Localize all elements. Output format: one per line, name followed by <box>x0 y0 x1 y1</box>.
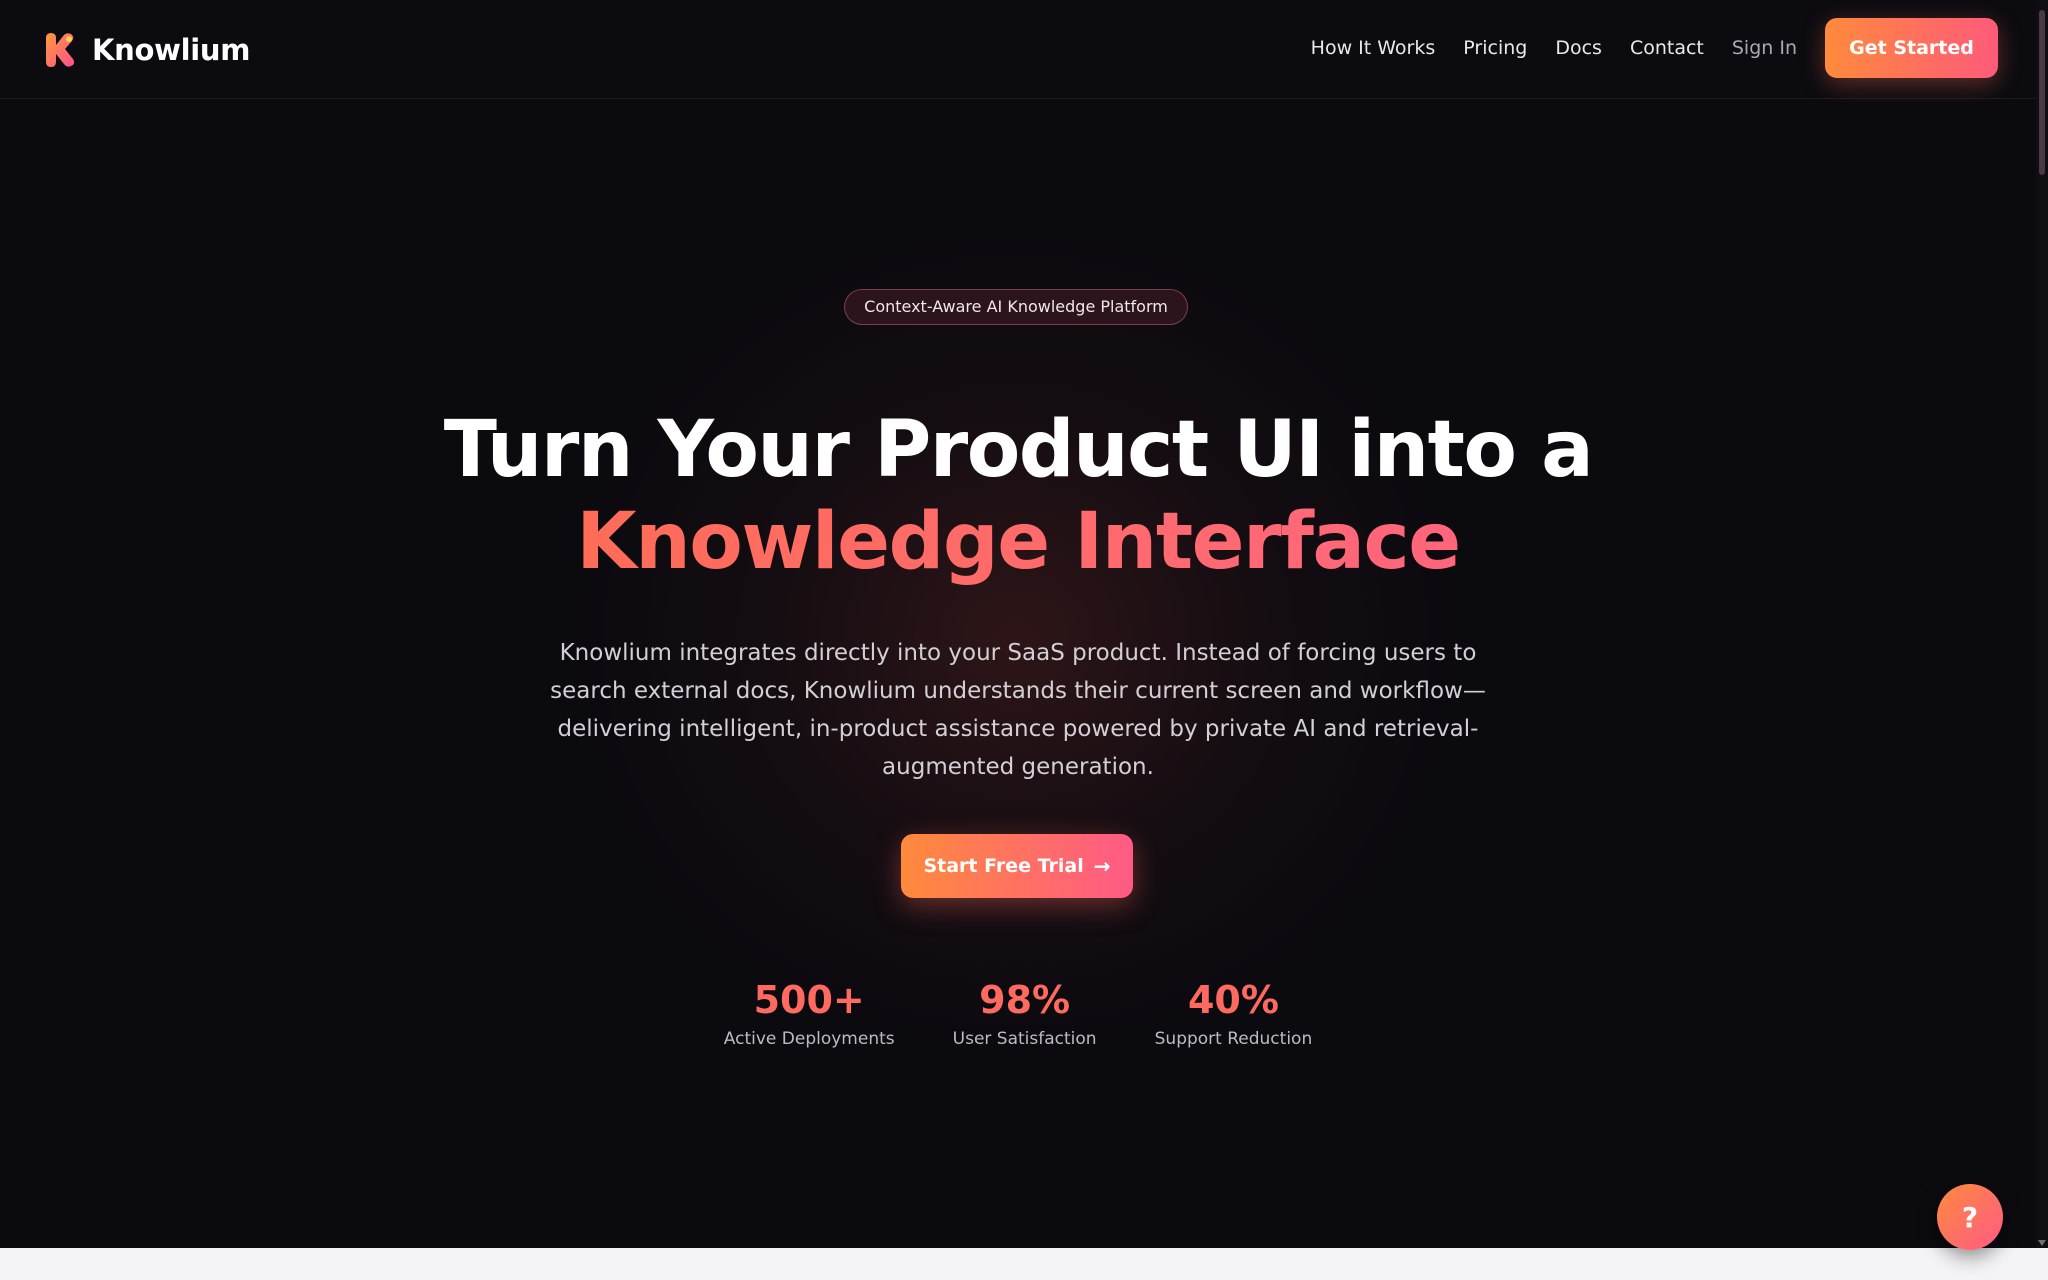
help-button[interactable]: ? <box>1937 1184 2003 1250</box>
stats-row: 500+ Active Deployments 98% User Satisfa… <box>0 974 2036 1052</box>
stat-label: User Satisfaction <box>952 1029 1097 1049</box>
main-nav: How It Works Pricing Docs Contact Sign I… <box>1283 18 1998 78</box>
nav-contact[interactable]: Contact <box>1630 37 1704 59</box>
stat-value: 98% <box>979 978 1071 1022</box>
hero-title-highlight: Knowledge Interface <box>0 496 2036 588</box>
vertical-scrollbar[interactable] <box>2036 0 2048 1248</box>
hero-title: Turn Your Product UI into a Knowledge In… <box>0 404 2036 588</box>
landing-page: Knowlium How It Works Pricing Docs Conta… <box>0 0 2048 1280</box>
nav-sign-in[interactable]: Sign In <box>1732 37 1797 59</box>
arrow-right-icon: → <box>1093 854 1111 878</box>
nav-docs[interactable]: Docs <box>1555 37 1602 59</box>
stat-support-reduction: 40% Support Reduction <box>1155 974 1313 1052</box>
start-free-trial-button[interactable]: Start Free Trial → <box>901 834 1133 898</box>
top-navbar: Knowlium How It Works Pricing Docs Conta… <box>0 0 2036 99</box>
get-started-button[interactable]: Get Started <box>1825 18 1998 78</box>
stat-value: 500+ <box>753 978 865 1022</box>
start-free-trial-label: Start Free Trial <box>923 855 1084 877</box>
hero-title-line1: Turn Your Product UI into a <box>443 405 1594 495</box>
help-icon: ? <box>1961 1200 1979 1234</box>
stat-label: Support Reduction <box>1154 1029 1313 1049</box>
nav-pricing[interactable]: Pricing <box>1463 37 1527 59</box>
nav-how-it-works[interactable]: How It Works <box>1311 37 1436 59</box>
brand[interactable]: Knowlium <box>40 30 250 70</box>
hero-badge: Context-Aware AI Knowledge Platform <box>844 289 1188 325</box>
knowlium-logo-icon <box>46 33 75 67</box>
next-section-edge <box>0 1248 2048 1280</box>
brand-name: Knowlium <box>92 33 251 67</box>
stat-value: 40% <box>1187 978 1279 1022</box>
stat-user-satisfaction: 98% User Satisfaction <box>951 974 1099 1052</box>
stat-label: Active Deployments <box>723 1029 895 1049</box>
hero-description: Knowlium integrates directly into your S… <box>550 640 1486 780</box>
scroll-down-arrow-icon[interactable] <box>2038 1240 2046 1246</box>
stat-active-deployments: 500+ Active Deployments <box>724 974 895 1052</box>
scrollbar-thumb[interactable] <box>2039 10 2045 175</box>
